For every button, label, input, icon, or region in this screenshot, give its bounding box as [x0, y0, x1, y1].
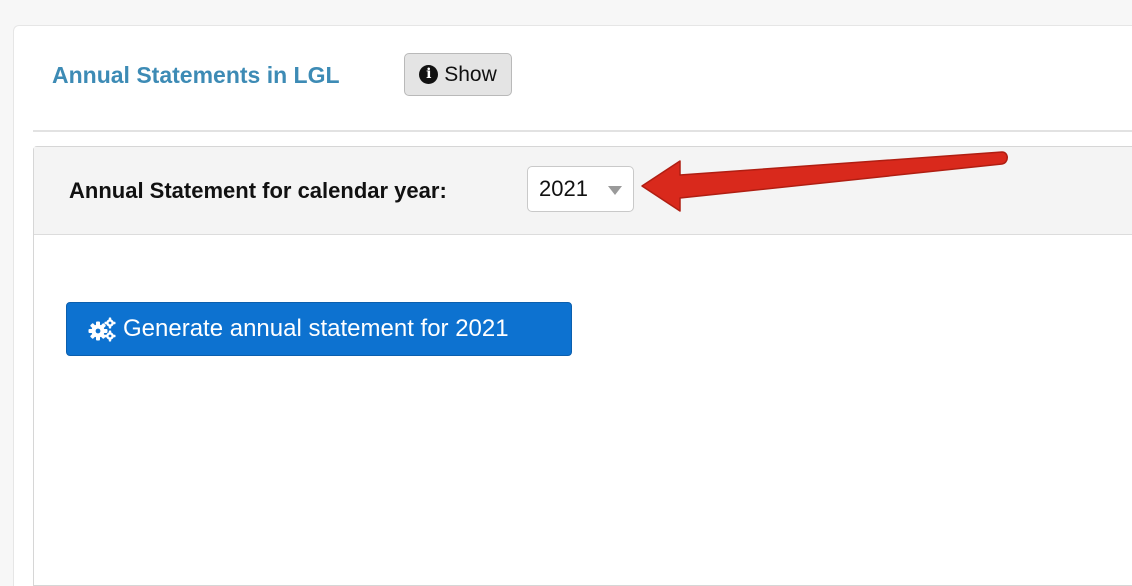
generate-statement-label: Generate annual statement for 2021	[123, 315, 509, 342]
show-button[interactable]: i Show	[404, 53, 512, 96]
year-label: Annual Statement for calendar year:	[69, 178, 447, 203]
divider	[33, 130, 1132, 132]
chevron-down-icon	[608, 186, 622, 195]
year-select[interactable]: 2021	[527, 166, 634, 212]
cogs-icon	[88, 317, 116, 342]
annotation-arrow	[641, 151, 1008, 212]
year-select-value: 2021	[539, 176, 588, 201]
info-circle-icon: i	[419, 65, 439, 84]
page-title: Annual Statements in LGL	[52, 62, 340, 88]
generate-statement-button[interactable]: Generate annual statement for 2021	[66, 302, 572, 356]
show-button-label: Show	[444, 62, 497, 86]
